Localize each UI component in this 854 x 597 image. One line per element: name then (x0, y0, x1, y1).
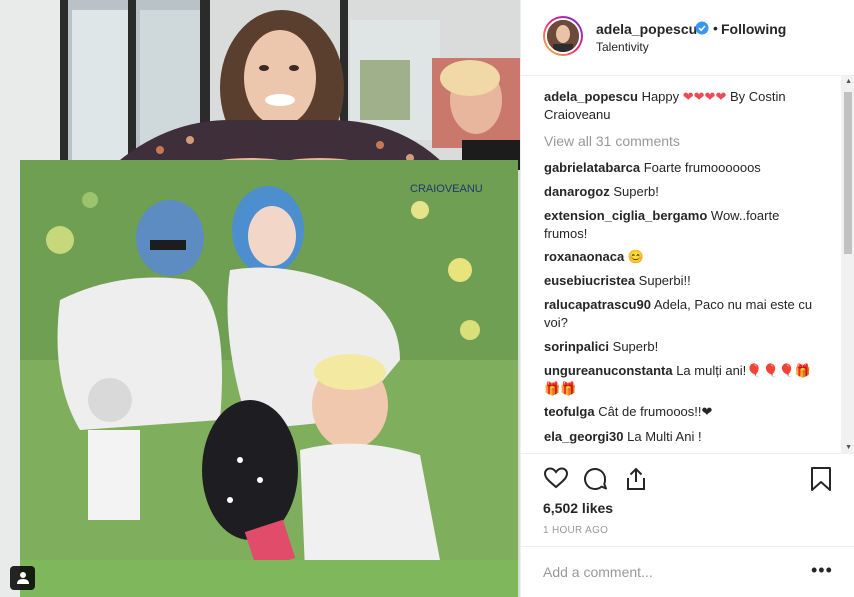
post-photo-illustration: CRAIOVEANU (0, 0, 520, 597)
add-comment-bar: Add a comment... ••• (521, 546, 854, 597)
comment-username[interactable]: teofulga (544, 404, 595, 419)
comment-item: roxanaonaca 😊 (544, 248, 814, 266)
heart-outline-icon[interactable] (543, 466, 569, 495)
comment-text: 😊 (627, 249, 645, 264)
post-image[interactable]: CRAIOVEANU (0, 0, 520, 597)
action-bar (521, 456, 854, 506)
more-options-icon[interactable]: ••• (811, 560, 833, 581)
comment-item: teofulga Cât de frumooos!!❤ (544, 403, 814, 421)
scrollbar-thumb[interactable] (844, 92, 852, 254)
following-button[interactable]: Following (721, 21, 786, 37)
user-tag-button[interactable] (10, 566, 35, 590)
comment-username[interactable]: sorinpalici (544, 339, 609, 354)
comment-username[interactable]: extension_ciglia_bergamo (544, 208, 707, 223)
comment-username[interactable]: ela_georgi30 (544, 429, 624, 444)
caption-username[interactable]: adela_popescu (544, 89, 638, 104)
comment-username[interactable]: gabrielatabarca (544, 160, 640, 175)
verified-badge-icon (695, 21, 709, 40)
comment-text: Foarte frumoooooos (643, 160, 761, 175)
view-all-comments-link[interactable]: View all 31 comments (544, 133, 680, 149)
comment-item: extension_ciglia_bergamo Wow..foarte fru… (544, 207, 814, 243)
comment-item: gabrielatabarca Foarte frumoooooos (544, 159, 814, 177)
comment-username[interactable]: danarogoz (544, 184, 610, 199)
comment-item: ela_georgi30 La Multi Ani ! (544, 428, 814, 446)
comment-item: danarogoz Superb! (544, 183, 814, 201)
comment-text: Superb! (613, 184, 659, 199)
location-link[interactable]: Talentivity (596, 40, 649, 54)
comment-item: ralucapatrascu90 Adela, Paco nu mai este… (544, 296, 814, 332)
comment-username[interactable]: ralucapatrascu90 (544, 297, 651, 312)
comment-text: Cât de frumooos!!❤ (598, 404, 713, 419)
comment-username[interactable]: eusebiucristea (544, 273, 635, 288)
post-sidebar: adela_popescu • Following Talentivity ad… (520, 0, 854, 597)
add-comment-input[interactable]: Add a comment... (543, 564, 653, 580)
scroll-down-arrow-icon[interactable]: ▼ (845, 444, 852, 451)
comment-text: La Multi Ani ! (627, 429, 702, 444)
caption: adela_popescu Happy ❤❤❤❤ By Costin Craio… (544, 88, 814, 124)
separator-dot: • (713, 20, 718, 36)
share-icon[interactable] (624, 466, 648, 497)
painting-signature: CRAIOVEANU (410, 183, 483, 195)
avatar[interactable] (543, 16, 583, 56)
username-link[interactable]: adela_popescu (596, 21, 697, 37)
comment-item: eusebiucristea Superbi!! (544, 272, 814, 290)
caption-text-before: Happy (641, 89, 680, 104)
likes-count[interactable]: 6,502 likes (543, 500, 613, 516)
comment-item: sorinpalici Superb! (544, 338, 814, 356)
comment-text: Superbi!! (638, 273, 691, 288)
comment-text: Superb! (612, 339, 659, 354)
person-icon (16, 571, 30, 585)
comments-list: adela_popescu Happy ❤❤❤❤ By Costin Craio… (521, 76, 854, 454)
caption-hearts: ❤❤❤❤ (682, 89, 727, 104)
comments-scrollbar[interactable]: ▲ ▼ (841, 76, 854, 453)
bookmark-icon[interactable] (810, 466, 832, 497)
comment-username[interactable]: roxanaonaca (544, 249, 624, 264)
comment-username[interactable]: ungureanuconstanta (544, 363, 673, 378)
post-header: adela_popescu • Following Talentivity (521, 0, 854, 76)
scroll-up-arrow-icon[interactable]: ▲ (845, 78, 852, 85)
comment-item: ungureanuconstanta La mulți ani!🎈🎈🎈🎁🎁🎁 (544, 362, 814, 398)
post-timestamp[interactable]: 1 HOUR AGO (543, 525, 608, 536)
comment-icon[interactable] (582, 466, 608, 497)
